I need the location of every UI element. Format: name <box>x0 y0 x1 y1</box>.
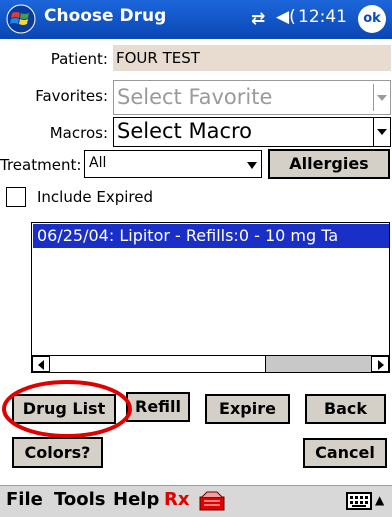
chevron-down-icon[interactable] <box>247 162 257 169</box>
allergies-button[interactable]: Allergies <box>268 149 390 179</box>
back-button[interactable]: Back <box>305 394 386 424</box>
list-item[interactable]: 06/25/04: Lipitor - Refills:0 - 10 mg Ta <box>33 224 389 248</box>
colors-button[interactable]: Colors? <box>12 437 103 468</box>
treatment-dropdown[interactable]: All <box>84 150 262 178</box>
patient-value: FOUR TEST <box>113 45 391 71</box>
scroll-thumb[interactable] <box>50 356 266 372</box>
menu-help[interactable]: Help <box>113 489 159 510</box>
menu-tools[interactable]: Tools <box>54 489 106 510</box>
menu-file[interactable]: File <box>6 489 43 510</box>
scroll-left-icon[interactable] <box>32 356 50 372</box>
macros-dropdown[interactable]: Select Macro <box>113 117 391 147</box>
horizontal-scrollbar[interactable] <box>31 355 390 373</box>
include-expired-checkbox[interactable] <box>6 187 26 207</box>
scroll-right-icon[interactable] <box>371 356 389 372</box>
highlight-circle <box>2 380 132 438</box>
patient-label: Patient: <box>50 50 108 68</box>
treatment-value: All <box>89 155 107 171</box>
favorites-dropdown[interactable]: Select Favorite <box>113 80 391 115</box>
favorites-placeholder: Select Favorite <box>117 85 273 109</box>
clock[interactable]: 12:41 <box>298 7 347 27</box>
windows-start-icon[interactable] <box>6 4 36 34</box>
favorites-label: Favorites: <box>35 87 108 105</box>
window-title: Choose Drug <box>44 6 167 26</box>
macros-value: Select Macro <box>117 119 253 143</box>
chevron-down-icon[interactable] <box>373 84 390 111</box>
include-expired-label: Include Expired <box>37 188 154 206</box>
menu-rx[interactable]: Rx <box>164 489 189 510</box>
expire-button[interactable]: Expire <box>205 394 290 424</box>
connectivity-icon[interactable]: ⇄ <box>251 9 265 29</box>
input-panel-up-icon[interactable]: ▲ <box>375 493 384 507</box>
keyboard-icon[interactable] <box>346 492 372 510</box>
chevron-down-icon[interactable] <box>373 118 390 146</box>
macros-label: Macros: <box>49 124 108 142</box>
inbox-icon[interactable] <box>199 491 225 511</box>
volume-icon[interactable]: ◀( <box>276 7 296 27</box>
ok-button[interactable]: ok <box>358 5 386 33</box>
treatment-label: Treatment: <box>0 156 82 174</box>
drug-list[interactable]: 06/25/04: Lipitor - Refills:0 - 10 mg Ta <box>31 222 390 372</box>
cancel-button[interactable]: Cancel <box>303 438 387 468</box>
